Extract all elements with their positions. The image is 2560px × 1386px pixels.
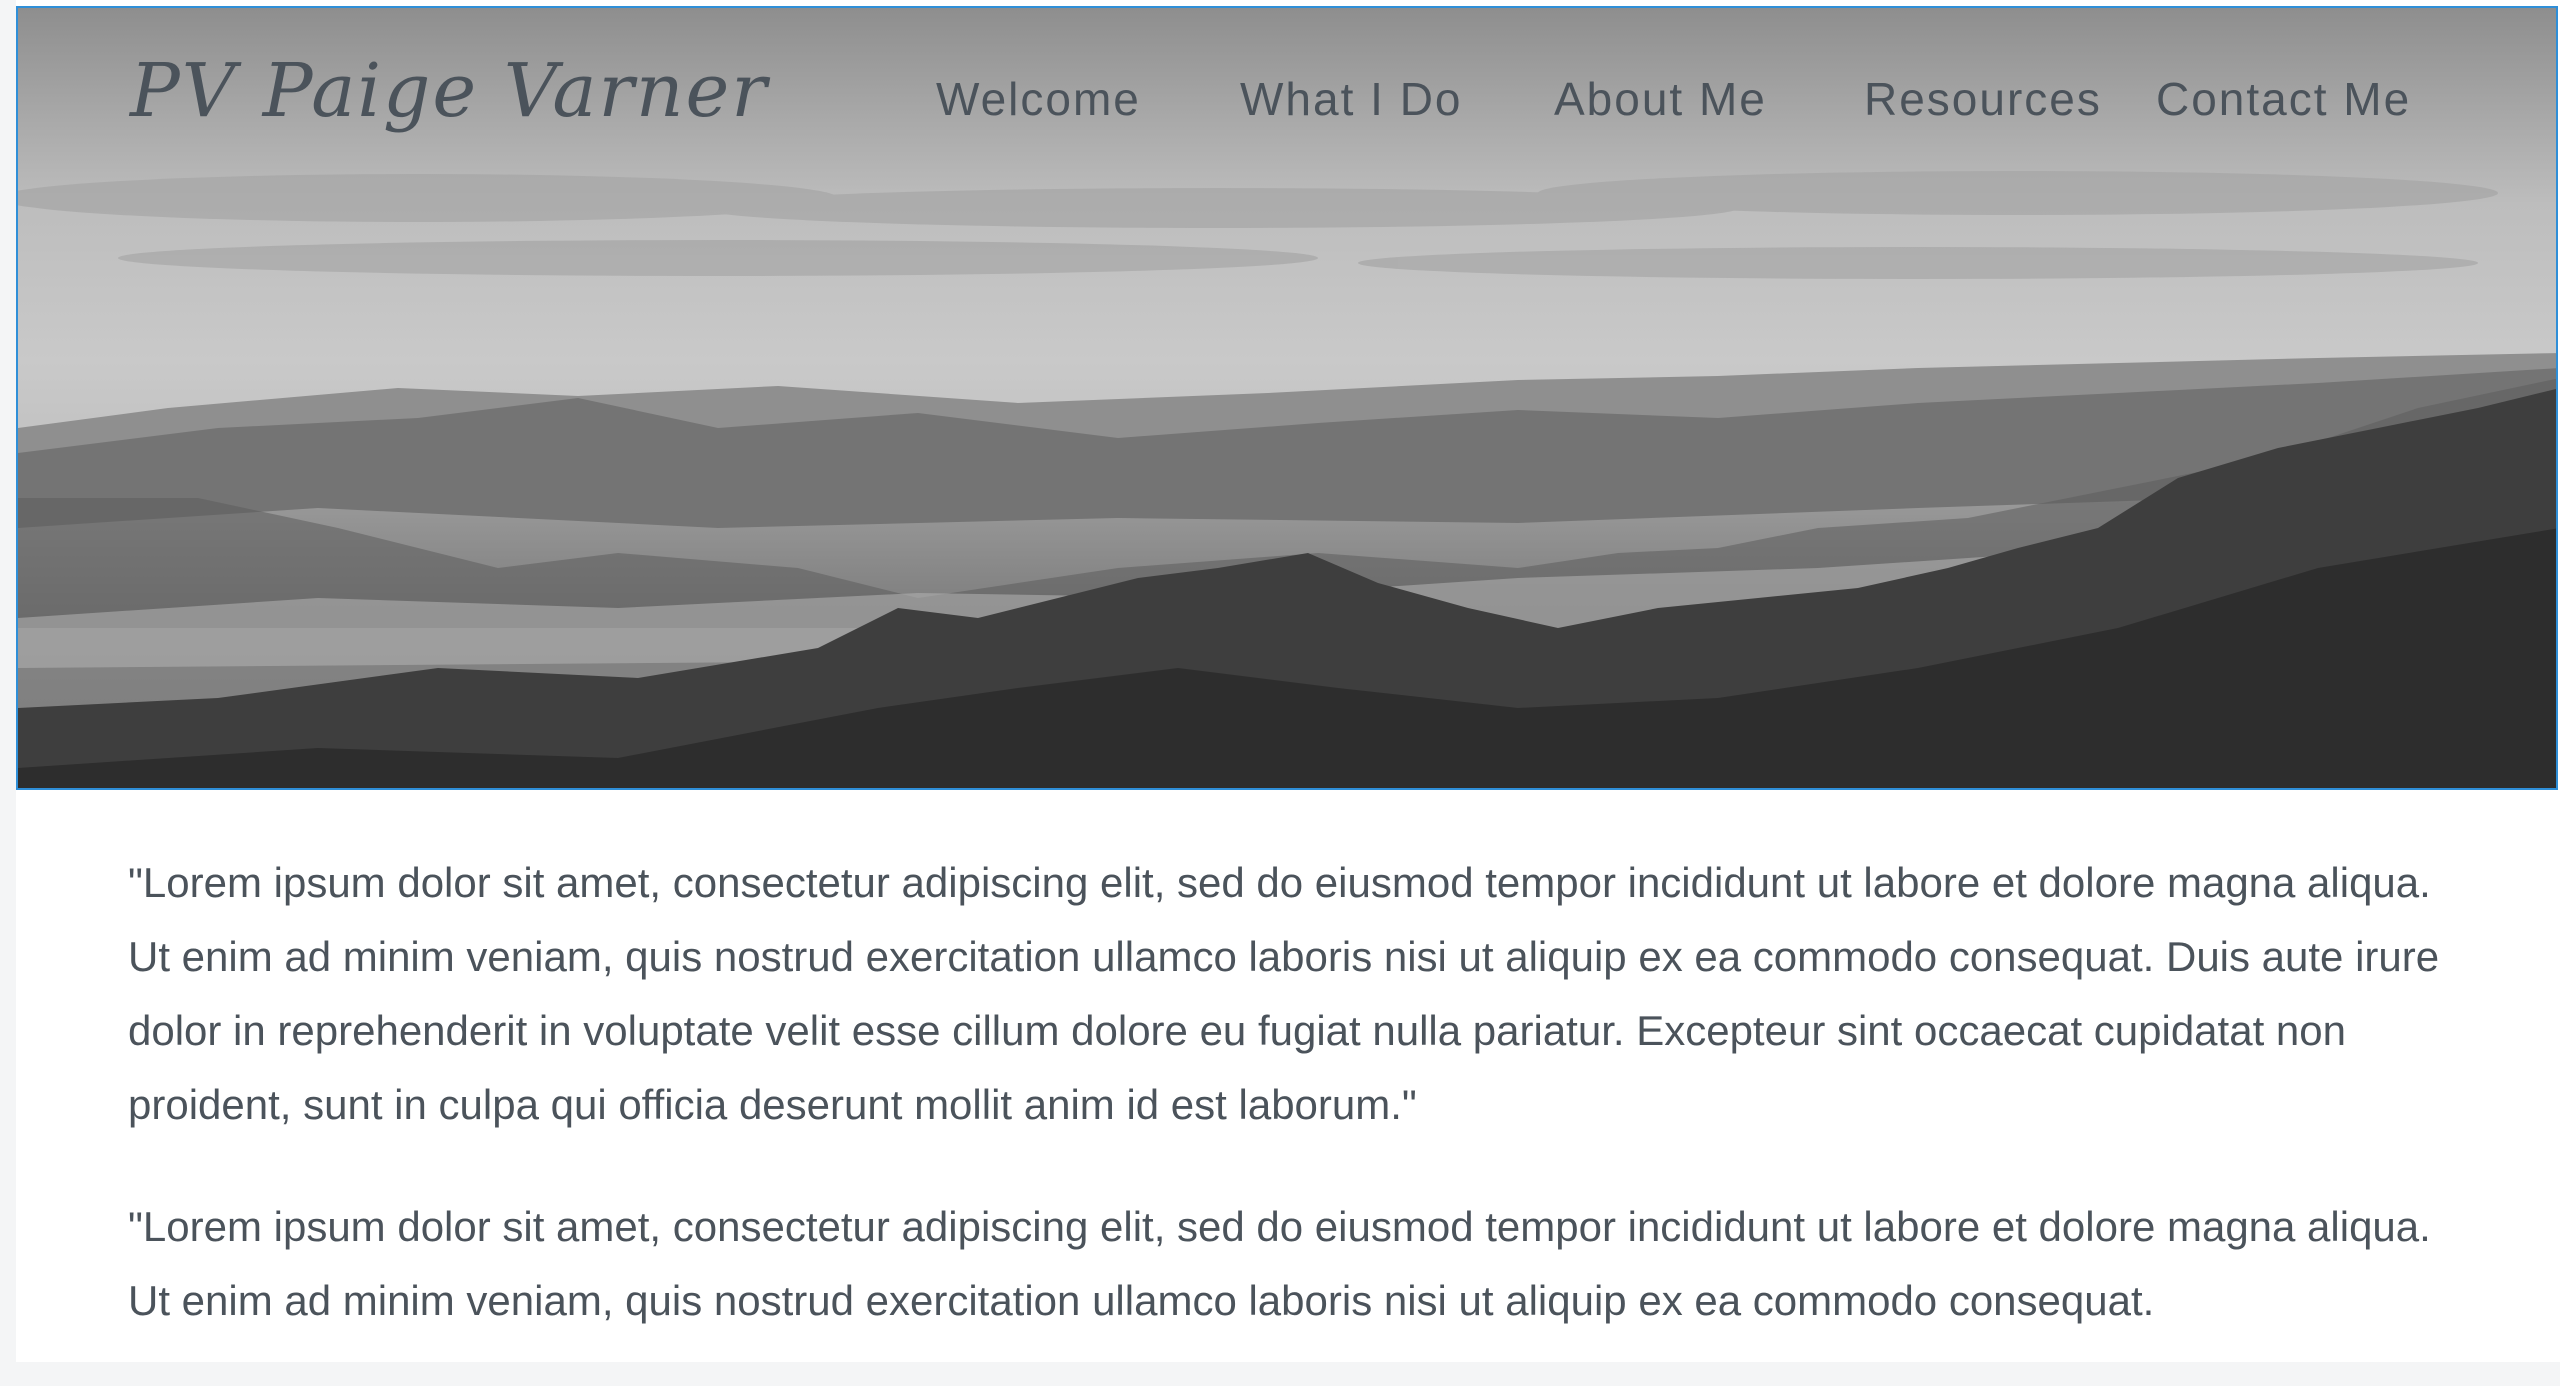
hero-banner: PV Paige Varner Welcome What I Do About …: [16, 6, 2558, 790]
content-paragraph: "Lorem ipsum dolor sit amet, consectetur…: [128, 859, 2440, 1128]
nav-item-what-i-do[interactable]: What I Do: [1240, 72, 1463, 126]
content-paragraph: "Lorem ipsum dolor sit amet, consectetur…: [128, 1203, 2431, 1324]
nav-item-resources[interactable]: Resources: [1864, 72, 2102, 126]
page: PV Paige Varner Welcome What I Do About …: [16, 0, 2560, 1362]
nav-item-contact-me[interactable]: Contact Me: [2156, 72, 2411, 126]
nav-item-about-me[interactable]: About Me: [1554, 72, 1767, 126]
main-navigation: Welcome What I Do About Me Resources Con…: [18, 72, 2556, 132]
main-content: "Lorem ipsum dolor sit amet, consectetur…: [128, 846, 2458, 1386]
nav-item-welcome[interactable]: Welcome: [936, 72, 1141, 126]
